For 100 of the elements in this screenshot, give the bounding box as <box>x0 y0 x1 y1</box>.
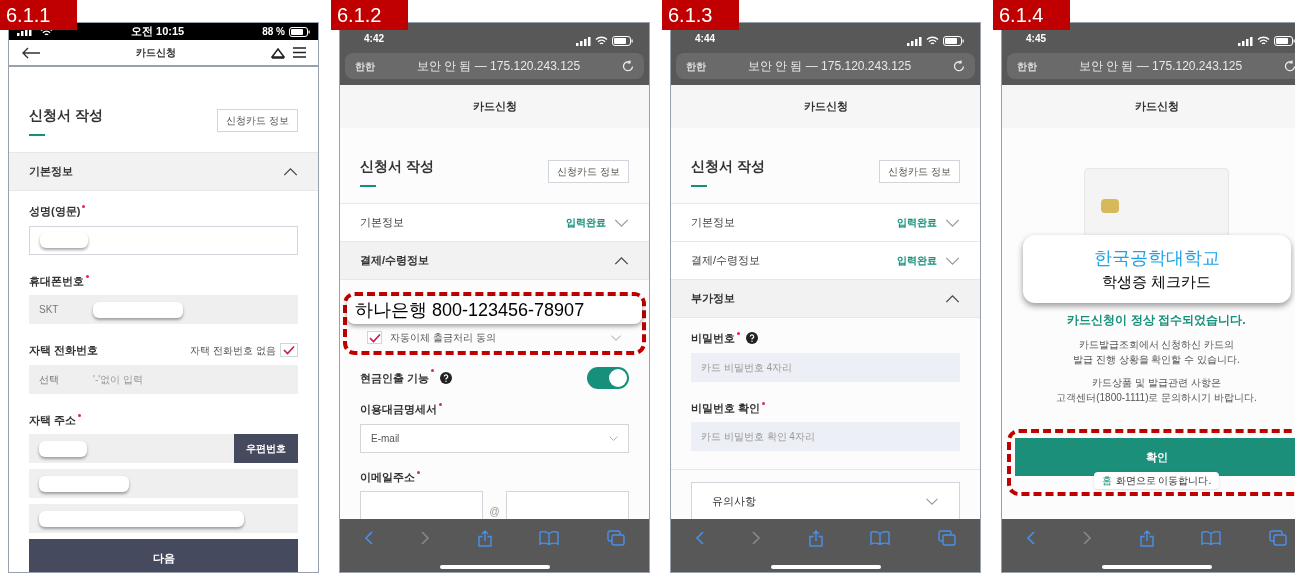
reader-text: 한한 <box>686 59 706 74</box>
chevron-down-icon <box>925 497 939 505</box>
placeholder-text: 카드 비밀번호 확인 4자리 <box>701 430 815 444</box>
reader-text: 한한 <box>355 59 375 74</box>
tooltip: 홈 화면으로 이동합니다. <box>1093 472 1220 489</box>
wifi-icon <box>1257 36 1270 46</box>
field-label: 성명(영문) <box>29 204 81 219</box>
tabs-icon[interactable] <box>938 530 956 546</box>
card-type: 학생증 체크카드 <box>1101 273 1212 291</box>
status-text: 입력완료 <box>897 216 937 230</box>
header-title: 카드신청 <box>136 46 176 60</box>
input-field[interactable] <box>29 469 298 498</box>
status-time: 4:42 <box>364 32 384 46</box>
address-bar[interactable]: 한한 보안 안 됨 — 175.120.243.125 <box>676 53 975 79</box>
status-text: 입력완료 <box>566 216 606 230</box>
page-header: 카드신청 <box>340 85 649 128</box>
share-icon[interactable] <box>477 529 492 547</box>
title-underline <box>691 185 707 187</box>
status-time: 4:44 <box>695 32 715 46</box>
forward-icon[interactable] <box>1082 531 1092 545</box>
battery-icon <box>289 26 310 37</box>
input-field[interactable]: 우편번호 <box>29 434 298 463</box>
book-icon[interactable] <box>539 531 560 545</box>
page-header: 카드신청 <box>1002 85 1295 128</box>
reader-text: 한한 <box>1017 59 1037 74</box>
title-underline <box>29 134 45 136</box>
field-label: 비밀번호 <box>691 331 735 346</box>
form-title: 신청서 작성 <box>29 106 103 125</box>
wifi-icon <box>595 36 608 46</box>
back-arrow-icon[interactable] <box>21 46 41 59</box>
notice-accordion[interactable]: 유의사항 <box>691 482 960 519</box>
forward-icon[interactable] <box>420 531 430 545</box>
signal-icon <box>907 36 922 46</box>
tabs-icon[interactable] <box>607 530 625 546</box>
chevron-down-icon <box>609 435 618 441</box>
chevron-down-icon <box>610 334 622 341</box>
consent-label: 자동이체 출금처리 동의 <box>390 331 496 345</box>
battery-icon <box>1274 36 1295 46</box>
page-header: 카드신청 <box>671 85 980 128</box>
field-label: 이용대금명세서 <box>360 402 437 417</box>
signal-icon <box>1238 36 1253 46</box>
checkbox[interactable] <box>280 343 298 358</box>
home-icon[interactable] <box>271 46 285 59</box>
reload-icon[interactable] <box>1284 60 1295 72</box>
url-text: 보안 안 됨 — 175.120.243.125 <box>416 58 581 75</box>
status-time: 4:45 <box>1026 32 1046 46</box>
input-field[interactable]: 선택 '-'없이 입력 <box>29 364 298 394</box>
book-icon[interactable] <box>1201 531 1222 545</box>
checkbox[interactable] <box>367 331 382 344</box>
field-label: 이메일주소 <box>360 469 415 485</box>
input-field[interactable] <box>505 491 629 519</box>
field-label: 현금인출 기능 <box>360 370 430 386</box>
figure-label: 6.1.1 <box>0 0 77 30</box>
card-info-button[interactable]: 신청카드 정보 <box>217 109 298 132</box>
select-field[interactable]: E-mail <box>360 423 629 453</box>
address-bar[interactable]: 한한 보안 안 됨 — 175.120.243.125 <box>345 53 644 79</box>
back-icon[interactable] <box>1026 531 1035 545</box>
figure-label: 6.1.2 <box>331 0 408 30</box>
reload-icon[interactable] <box>622 60 634 72</box>
postcode-button[interactable]: 우편번호 <box>234 434 298 463</box>
title-underline <box>360 185 376 187</box>
signal-icon <box>17 27 32 36</box>
field-label: 휴대폰번호 <box>29 273 84 289</box>
input-field[interactable] <box>360 491 484 519</box>
card-info-button[interactable]: 신청카드 정보 <box>879 160 960 183</box>
card-info-button[interactable]: 신청카드 정보 <box>548 160 629 183</box>
back-icon[interactable] <box>695 531 704 545</box>
checkbox-label: 자택 전화번호 없음 <box>190 343 276 358</box>
signal-icon <box>576 36 591 46</box>
success-message: 카드신청이 정상 접수되었습니다. <box>1067 312 1246 329</box>
confirm-button[interactable]: 확인 <box>1015 438 1295 476</box>
battery-icon <box>943 36 964 46</box>
section-header[interactable]: 결제/수령정보 <box>340 242 649 280</box>
input-field[interactable] <box>29 504 298 533</box>
address-bar[interactable]: 한한 보안 안 됨 — 175.120.243.125 <box>1007 53 1295 79</box>
next-button[interactable]: 다음 <box>29 539 298 572</box>
url-text: 보안 안 됨 — 175.120.243.125 <box>747 58 912 75</box>
forward-icon[interactable] <box>751 531 761 545</box>
figure-label: 6.1.3 <box>662 0 739 30</box>
field-prefix: SKT <box>39 303 60 317</box>
tabs-icon[interactable] <box>1269 530 1287 546</box>
share-icon[interactable] <box>1139 529 1154 547</box>
toggle-switch[interactable] <box>587 367 629 389</box>
menu-icon[interactable] <box>293 47 306 58</box>
section-header[interactable]: 기본정보 <box>9 153 318 191</box>
status-time: 오전 10:15 <box>131 24 185 40</box>
callout-box: 하나은행 800-123456-78907 <box>347 296 642 324</box>
input-field[interactable] <box>29 225 298 255</box>
reload-icon[interactable] <box>953 60 965 72</box>
wifi-icon <box>926 36 939 46</box>
field-prefix: 선택 <box>39 372 60 387</box>
university-name: 한국공학대학교 <box>1093 247 1220 269</box>
input-field[interactable]: SKT <box>29 295 298 324</box>
back-icon[interactable] <box>364 531 373 545</box>
figure-label: 6.1.4 <box>993 0 1070 30</box>
status-text: 입력완료 <box>897 254 937 268</box>
share-icon[interactable] <box>808 529 823 547</box>
url-text: 보안 안 됨 — 175.120.243.125 <box>1078 58 1243 75</box>
book-icon[interactable] <box>870 531 891 545</box>
section-header[interactable]: 부가정보 <box>671 280 980 318</box>
